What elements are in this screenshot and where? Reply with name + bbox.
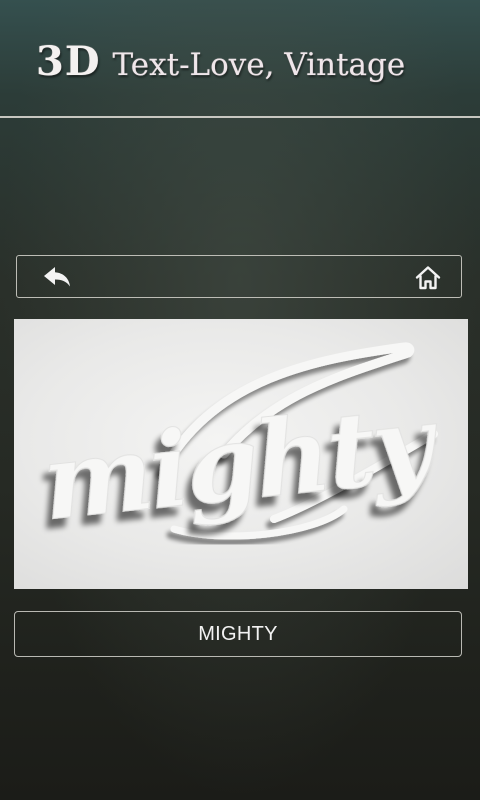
style-name-button[interactable]: MIGHTY	[14, 611, 462, 657]
text-style-preview[interactable]: mighty	[14, 319, 468, 589]
app-header: 3D Text-Love, Vintage	[0, 0, 480, 116]
home-button[interactable]	[413, 263, 443, 293]
header-divider	[0, 116, 480, 118]
home-icon	[415, 266, 441, 290]
back-arrow-icon	[44, 267, 70, 287]
preview-artwork: mighty	[36, 342, 446, 545]
navigation-bar	[16, 255, 462, 298]
back-button[interactable]	[41, 262, 75, 292]
app-title-text: Text-Love, Vintage	[112, 47, 406, 83]
preview-text: mighty	[37, 380, 446, 544]
style-name-label: MIGHTY	[198, 622, 278, 645]
app-title-3d: 3D	[36, 38, 101, 85]
app-title: 3D Text-Love, Vintage	[36, 38, 405, 85]
